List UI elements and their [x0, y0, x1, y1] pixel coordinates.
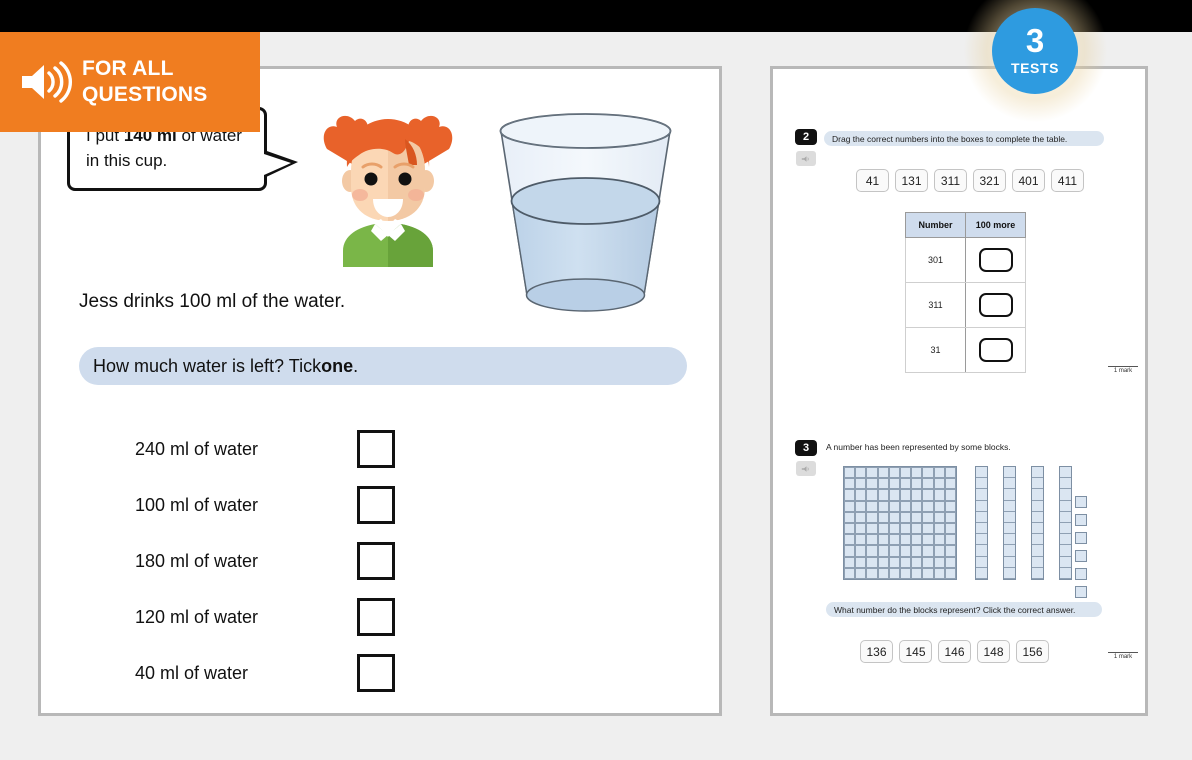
number-tile[interactable]: 311 [934, 169, 967, 192]
option-row[interactable]: 40 ml of water [135, 645, 395, 701]
answer-tile[interactable]: 136 [860, 640, 893, 663]
number-tile[interactable]: 401 [1012, 169, 1045, 192]
option-row[interactable]: 180 ml of water [135, 533, 395, 589]
hundred-square-block [843, 466, 957, 580]
question-prompt-part2: . [353, 355, 359, 376]
option-label: 240 ml of water [135, 438, 259, 459]
question-prompt-bar: How much water is left? Tick one. [79, 347, 687, 385]
answer-tile[interactable]: 146 [938, 640, 971, 663]
question-2-mark-label: 1 mark [1108, 366, 1138, 374]
tests-count-number: 3 [1025, 22, 1045, 59]
option-checkbox[interactable] [357, 542, 395, 580]
question-3-mark-label: 1 mark [1108, 652, 1138, 660]
banner-label: FOR ALL QUESTIONS [82, 56, 207, 107]
one-unit-block [1075, 532, 1087, 544]
banner-line-1: FOR ALL [82, 57, 174, 81]
app-stage: I put 140 ml of water in this cup. Jess … [0, 0, 1192, 760]
cup-of-water-illustration [493, 113, 678, 318]
ten-rod-block [1031, 466, 1044, 580]
answer-tile[interactable]: 145 [899, 640, 932, 663]
table-row: 311 [905, 282, 1026, 328]
tests-count-label: TESTS [1010, 60, 1060, 76]
banner-line-2: QUESTIONS [82, 83, 208, 106]
option-row[interactable]: 120 ml of water [135, 589, 395, 645]
tests-count-badge[interactable]: 3 TESTS [992, 8, 1078, 94]
question-2-table: Number 100 more 301 311 31 [905, 212, 1026, 373]
drop-box[interactable] [978, 293, 1013, 317]
number-tile[interactable]: 321 [973, 169, 1006, 192]
table-header-row: Number 100 more [905, 212, 1026, 238]
question-2-number-tiles: 41 131 311 321 401 411 [856, 169, 1084, 192]
ten-rod-block [1059, 466, 1072, 580]
one-unit-block [1075, 514, 1087, 526]
option-row[interactable]: 240 ml of water [135, 421, 395, 477]
option-checkbox[interactable] [357, 430, 395, 468]
question-3-answer-tiles: 136 145 146 148 156 [860, 640, 1049, 663]
drop-box[interactable] [978, 338, 1013, 362]
table-cell-dropzone[interactable] [965, 237, 1026, 283]
speaker-icon [18, 58, 74, 106]
left-question-panel: I put 140 ml of water in this cup. Jess … [38, 66, 722, 716]
question-2-speaker-icon[interactable] [796, 151, 816, 166]
option-label: 40 ml of water [135, 662, 249, 683]
table-cell-number: 31 [905, 327, 966, 373]
option-label: 180 ml of water [135, 550, 259, 571]
question-3-answer-prompt: What number do the blocks represent? Cli… [826, 602, 1102, 617]
ten-rod-block [975, 466, 988, 580]
drop-box[interactable] [978, 248, 1013, 272]
right-preview-panel [770, 66, 1148, 716]
for-all-questions-banner[interactable]: FOR ALL QUESTIONS [0, 32, 260, 132]
speech-bubble-tail-inner [264, 154, 291, 175]
answer-tile[interactable]: 148 [977, 640, 1010, 663]
one-unit-block [1075, 568, 1087, 580]
option-label: 100 ml of water [135, 494, 259, 515]
girl-avatar [313, 109, 463, 267]
table-cell-number: 301 [905, 237, 966, 283]
option-checkbox[interactable] [357, 654, 395, 692]
question-2-prompt: Drag the correct numbers into the boxes … [824, 131, 1104, 146]
number-tile[interactable]: 131 [895, 169, 928, 192]
table-header-number: Number [905, 212, 966, 238]
question-prompt-part1: How much water is left? Tick [93, 355, 322, 376]
option-checkbox[interactable] [357, 486, 395, 524]
option-checkbox[interactable] [357, 598, 395, 636]
option-label: 120 ml of water [135, 606, 259, 627]
table-row: 31 [905, 327, 1026, 373]
one-unit-block [1075, 496, 1087, 508]
table-cell-dropzone[interactable] [965, 282, 1026, 328]
number-tile[interactable]: 411 [1051, 169, 1084, 192]
table-cell-number: 311 [905, 282, 966, 328]
question-2-number-badge: 2 [795, 129, 817, 145]
question-3-speaker-icon[interactable] [796, 461, 816, 476]
question-prompt-bold: one [321, 355, 354, 376]
one-unit-block [1075, 550, 1087, 562]
statement-text: Jess drinks 100 ml of the water. [79, 291, 346, 312]
answer-tile[interactable]: 156 [1016, 640, 1049, 663]
question-3-prompt: A number has been represented by some bl… [826, 442, 1011, 452]
one-unit-block [1075, 586, 1087, 598]
answer-options-list: 240 ml of water 100 ml of water 180 ml o… [135, 421, 395, 701]
table-cell-dropzone[interactable] [965, 327, 1026, 373]
question-3-number-badge: 3 [795, 440, 817, 456]
number-tile[interactable]: 41 [856, 169, 889, 192]
table-header-hundred-more: 100 more [965, 212, 1026, 238]
ten-rod-block [1003, 466, 1016, 580]
table-row: 301 [905, 237, 1026, 283]
option-row[interactable]: 100 ml of water [135, 477, 395, 533]
